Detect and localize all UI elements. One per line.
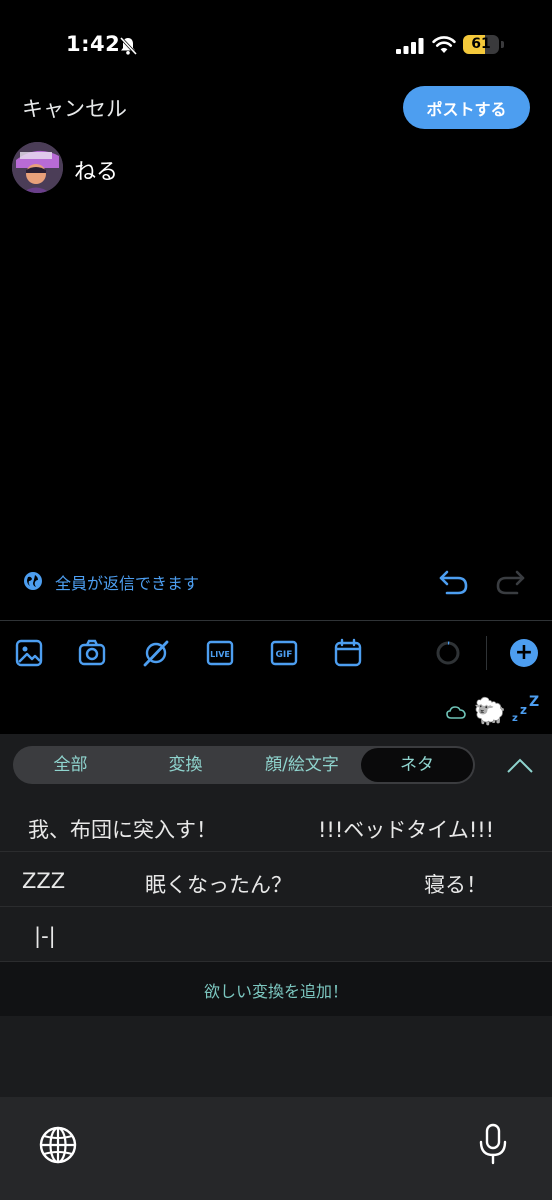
zzz-icon: z z Z: [512, 694, 539, 724]
silent-bell-icon: [119, 36, 138, 56]
tab-face-emoji[interactable]: 顔/絵文字: [243, 746, 361, 784]
toolbar-divider: [486, 636, 487, 670]
candidate[interactable]: !!!ベッドタイム!!!: [318, 814, 494, 844]
add-conversion-button[interactable]: 欲しい変換を追加！: [0, 978, 552, 1002]
microphone-icon[interactable]: [478, 1123, 508, 1165]
svg-text:z: z: [512, 713, 518, 723]
avatar-image: [12, 142, 63, 193]
battery-level: 61: [471, 36, 491, 52]
globe-icon: [24, 572, 42, 590]
keyboard-bottom-bar: [0, 1097, 552, 1200]
schedule-icon[interactable]: [333, 638, 363, 668]
tab-conversion[interactable]: 変換: [128, 746, 243, 784]
image-icon[interactable]: [14, 638, 44, 668]
redo-icon[interactable]: [494, 566, 526, 596]
candidate[interactable]: 我、布団に突入す！: [28, 814, 217, 844]
sheep-icon: 🐑: [473, 697, 507, 727]
globe-icon[interactable]: [38, 1125, 78, 1165]
candidate[interactable]: 寝る！: [424, 869, 487, 899]
tab-all[interactable]: 全部: [13, 746, 128, 784]
undo-icon[interactable]: [438, 566, 470, 596]
battery-indicator: 61: [463, 35, 505, 55]
row-divider: [0, 906, 552, 907]
gif-icon[interactable]: GIF: [269, 638, 299, 668]
wifi-icon: [432, 36, 456, 53]
svg-text:Z: Z: [529, 694, 539, 710]
candidate[interactable]: ZZZ: [22, 869, 65, 893]
candidate[interactable]: 眠くなったん？: [145, 869, 292, 899]
candidate[interactable]: |-|: [34, 924, 56, 948]
cellular-signal-icon: [396, 38, 424, 54]
camera-icon[interactable]: [77, 638, 107, 668]
compose-text[interactable]: ねる: [74, 154, 118, 186]
tab-neta[interactable]: ネタ: [361, 746, 473, 784]
cancel-button[interactable]: キャンセル: [22, 93, 127, 123]
conversion-tabs: 全部 変換 顔/絵文字 ネタ: [13, 746, 475, 784]
svg-text:z: z: [520, 703, 527, 717]
live-icon[interactable]: LIVE: [205, 638, 235, 668]
chevron-up-icon[interactable]: [506, 756, 534, 774]
avatar[interactable]: [12, 142, 63, 193]
post-button[interactable]: ポストする: [403, 86, 530, 129]
divider: [0, 620, 552, 621]
grok-icon[interactable]: [141, 638, 171, 668]
svg-text:GIF: GIF: [276, 650, 293, 660]
prediction-suggestion[interactable]: 🐑 z z Z: [446, 694, 542, 727]
reply-setting-button[interactable]: 全員が返信できます: [55, 570, 199, 594]
character-count-ring: [436, 641, 460, 665]
cloud-icon: [446, 706, 466, 719]
row-divider: [0, 851, 552, 852]
add-post-button[interactable]: +: [510, 639, 538, 667]
status-time: 1:42: [66, 32, 121, 56]
svg-text:LIVE: LIVE: [210, 650, 230, 659]
